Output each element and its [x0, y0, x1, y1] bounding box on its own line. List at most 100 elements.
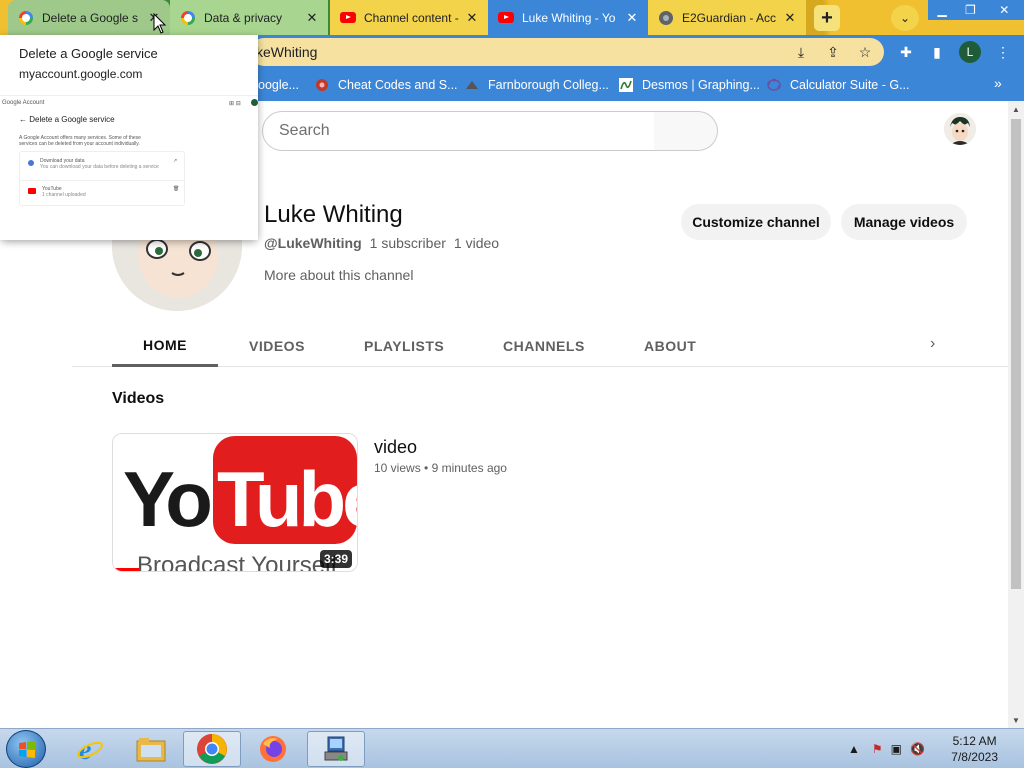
preview-header: Google Account	[2, 100, 45, 106]
minimize-button[interactable]: ▁	[928, 0, 956, 20]
close-icon: ✕	[999, 3, 1010, 17]
scroll-thumb[interactable]	[1011, 119, 1021, 589]
windows-taskbar: e ▲ ⚑ ▣ 🔇 5:12 AM 7/8/2023	[0, 728, 1024, 768]
youtube-icon	[498, 10, 514, 26]
video-age: 9 minutes ago	[431, 461, 507, 475]
tab-videos[interactable]: VIDEOS	[249, 325, 305, 366]
customize-channel-button[interactable]: Customize channel	[681, 204, 831, 240]
address-bar[interactable]: keWhiting	[250, 38, 884, 66]
meta-separator: •	[424, 461, 432, 475]
video-count: 1 video	[453, 235, 500, 251]
bookmark-item[interactable]: Farnborough Colleg...	[464, 76, 609, 94]
tab-close-icon[interactable]: ✕	[304, 10, 320, 26]
extensions-puzzle-icon[interactable]: ✚	[897, 43, 915, 61]
tab-e2guardian[interactable]: E2Guardian - Acc ✕	[648, 0, 806, 35]
section-title: Videos	[112, 390, 165, 407]
tab-channel-content[interactable]: Channel content - ✕	[330, 0, 488, 35]
network-icon[interactable]: ▣	[891, 742, 902, 756]
side-panel-icon[interactable]: ▮	[928, 43, 946, 61]
tab-data-privacy[interactable]: Data & privacy ✕	[170, 0, 328, 35]
google-icon	[18, 10, 34, 26]
tab-about[interactable]: ABOUT	[644, 325, 696, 366]
bookmark-item[interactable]: oogle...	[258, 76, 299, 94]
windows-logo-icon	[19, 741, 35, 758]
bookmark-item[interactable]: Desmos | Graphing...	[618, 76, 760, 94]
bookmark-item[interactable]: Cheat Codes and S...	[314, 76, 458, 94]
taskbar-chrome[interactable]	[183, 731, 241, 767]
preview-apps-icon: ⊞ ⊟	[229, 101, 241, 107]
chevron-down-icon: ⌄	[899, 11, 911, 25]
address-text: keWhiting	[256, 44, 318, 60]
tab-luke-whiting[interactable]: Luke Whiting - Yo ✕	[488, 0, 648, 35]
preview-download-icon	[28, 160, 34, 166]
college-icon	[464, 77, 480, 93]
taskbar-firefox[interactable]	[244, 731, 302, 767]
tab-channels[interactable]: CHANNELS	[503, 325, 585, 366]
tab-delete-google-service[interactable]: Delete a Google s ✕	[8, 0, 170, 35]
action-center-icon[interactable]: ⚑	[872, 742, 883, 756]
profile-avatar[interactable]: L	[959, 41, 981, 63]
bookmark-label: Calculator Suite - G...	[790, 78, 910, 92]
hover-card-title: Delete a Google service	[19, 46, 158, 61]
video-title[interactable]: video	[374, 437, 417, 458]
share-icon[interactable]: ⇪	[824, 43, 842, 61]
firefox-icon	[260, 736, 286, 762]
search-input[interactable]: Search	[262, 111, 655, 151]
start-button[interactable]	[6, 730, 46, 768]
mouse-cursor-icon	[153, 13, 167, 34]
tab-title: Luke Whiting - Yo	[522, 10, 616, 25]
clock-date: 7/8/2023	[951, 750, 998, 764]
taskbar-app[interactable]	[307, 731, 365, 767]
preview-card: Download your data You can download your…	[19, 151, 185, 206]
new-tab-button[interactable]: +	[814, 5, 840, 31]
thumb-tube-text: Tube	[217, 455, 358, 543]
thumb-tagline: Broadcast Yourself	[137, 552, 337, 572]
taskbar-internet-explorer[interactable]: e	[61, 731, 119, 767]
page-scrollbar[interactable]: ▲ ▼	[1008, 101, 1024, 728]
close-window-button[interactable]: ✕	[984, 0, 1024, 20]
tab-playlists[interactable]: PLAYLISTS	[364, 325, 444, 366]
manage-videos-button[interactable]: Manage videos	[841, 204, 967, 240]
tab-title: Data & privacy	[204, 10, 283, 25]
taskbar-file-explorer[interactable]	[122, 731, 180, 767]
tab-search-button[interactable]: ⌄	[891, 5, 919, 31]
preview-trash-icon: 🗑	[173, 186, 180, 192]
tab-home[interactable]: HOME	[112, 325, 218, 367]
preview-row2-sub: 1 channel uploaded	[42, 192, 86, 198]
preview-youtube-icon	[28, 188, 36, 194]
menu-kebab-icon[interactable]: ⋮	[994, 43, 1012, 61]
bookmark-item[interactable]: Calculator Suite - G...	[766, 76, 910, 94]
tab-title: E2Guardian - Acc	[682, 10, 777, 25]
video-views: 10 views	[374, 461, 421, 475]
restore-button[interactable]: ❐	[956, 0, 984, 20]
search-button[interactable]	[654, 111, 718, 151]
volume-muted-icon[interactable]: 🔇	[910, 742, 925, 756]
scroll-down-icon[interactable]: ▼	[1008, 712, 1024, 728]
more-about-link[interactable]: More about this channel	[264, 267, 413, 283]
video-duration: 3:39	[320, 550, 353, 568]
preview-avatar	[251, 99, 258, 106]
tab-close-icon[interactable]: ✕	[782, 10, 798, 26]
clock-time: 5:12 AM	[952, 734, 997, 748]
bookmark-label: Desmos | Graphing...	[642, 78, 760, 92]
tab-close-icon[interactable]: ✕	[464, 10, 480, 26]
folder-icon	[136, 738, 166, 762]
bookmark-star-icon[interactable]: ☆	[856, 43, 874, 61]
search-placeholder: Search	[279, 122, 330, 139]
hover-card-url: myaccount.google.com	[19, 67, 143, 81]
google-icon	[180, 10, 196, 26]
bookmark-label: Farnborough Colleg...	[488, 78, 609, 92]
bookmarks-more-button[interactable]: »	[994, 75, 1002, 91]
cheat-codes-icon	[314, 77, 330, 93]
channel-handle: @LukeWhiting	[264, 235, 362, 251]
show-hidden-icons[interactable]: ▲	[848, 742, 860, 756]
system-clock[interactable]: 5:12 AM 7/8/2023	[951, 733, 998, 765]
install-app-icon[interactable]: ⤓	[792, 43, 810, 61]
chevron-right-icon[interactable]: ›	[930, 335, 935, 353]
scroll-up-icon[interactable]: ▲	[1008, 101, 1024, 117]
tab-close-icon[interactable]: ✕	[624, 10, 640, 26]
network-app-icon	[324, 736, 348, 761]
channel-name: Luke Whiting	[264, 201, 403, 228]
youtube-icon	[340, 10, 356, 26]
account-avatar[interactable]	[944, 113, 976, 145]
